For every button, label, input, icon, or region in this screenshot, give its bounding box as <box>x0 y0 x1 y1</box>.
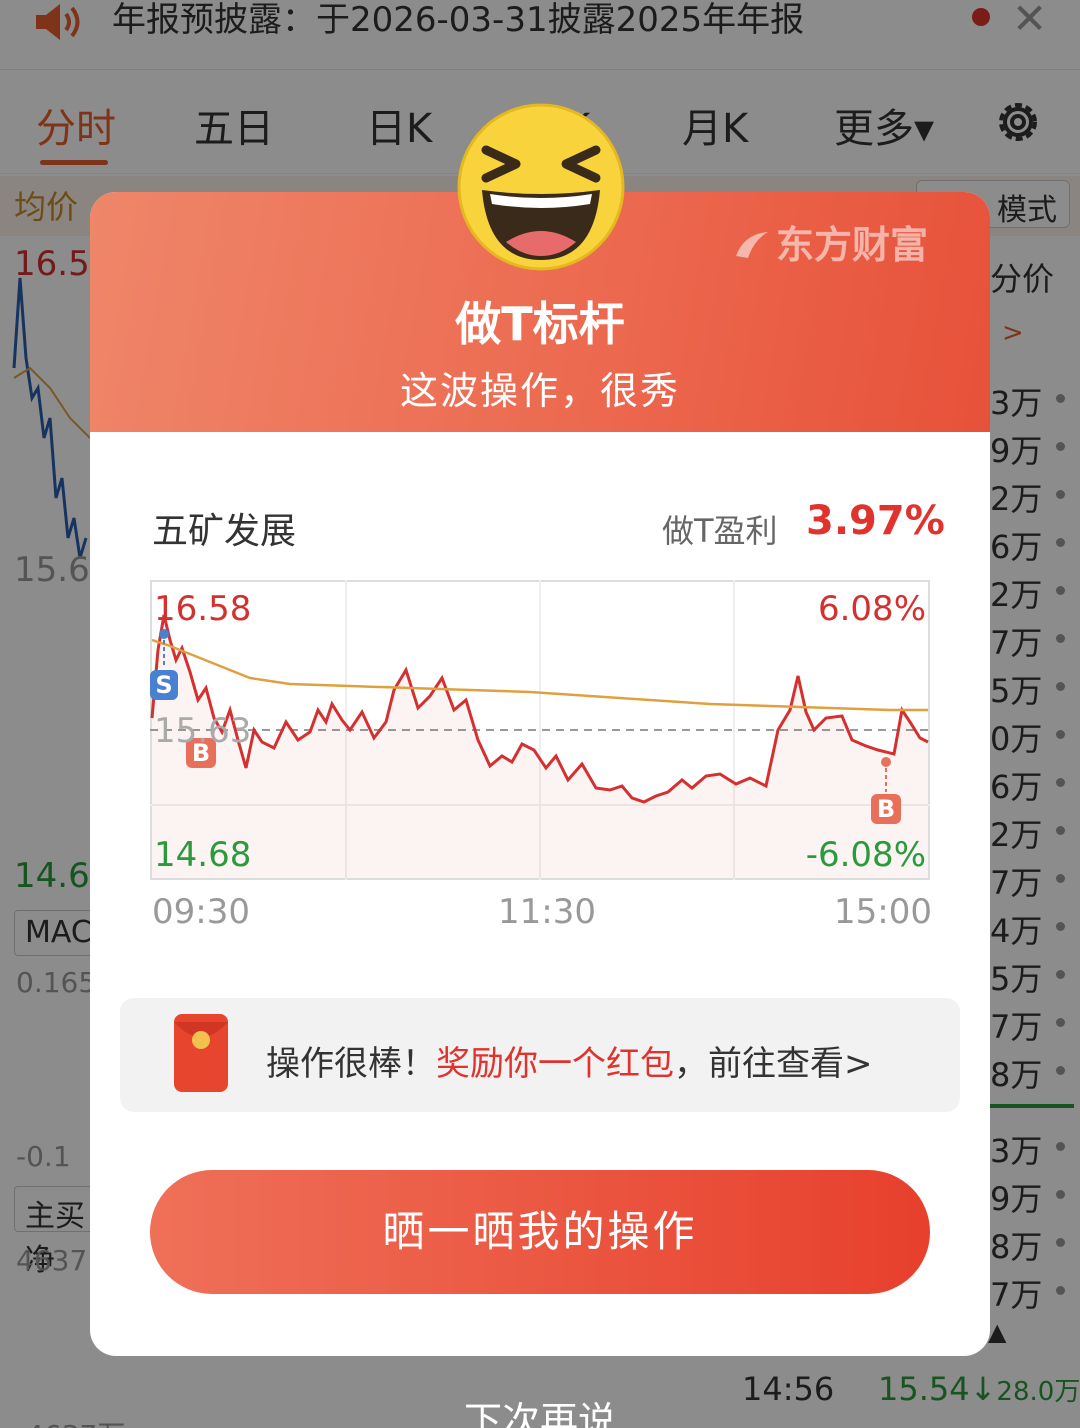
modal-subtitle: 这波操作，很秀 <box>399 369 680 413</box>
sell-marker-label: S <box>155 671 172 699</box>
chart-pct-low: -6.08% <box>806 835 926 875</box>
intraday-mini-chart: S B B 16.58 15.63 14.68 6.08% -6.08% <box>150 580 930 880</box>
red-packet-reward[interactable]: 操作很棒！奖励你一个红包，前往查看> <box>120 998 960 1112</box>
chart-price-low: 14.68 <box>154 835 251 875</box>
brand-logo: 东方财富 <box>734 214 928 269</box>
dismiss-later-link[interactable]: 下次再说 <box>0 1390 1080 1428</box>
time-start: 09:30 <box>152 892 250 932</box>
time-end: 15:00 <box>834 892 932 932</box>
share-operation-button[interactable]: 晒一晒我的操作 <box>150 1170 930 1294</box>
laughing-emoji-icon <box>457 103 625 271</box>
stock-name: 五矿发展 <box>152 511 297 552</box>
achievement-modal: 东方财富 做T标杆 这波操作，很秀 五矿发展 做T盈利 3.97% S B B … <box>90 192 990 1356</box>
chart-pct-high: 6.08% <box>818 589 926 629</box>
time-mid: 11:30 <box>498 892 596 932</box>
chart-price-high: 16.58 <box>154 589 251 629</box>
reward-text: 操作很棒！奖励你一个红包，前往查看> <box>266 1044 873 1084</box>
profit-value: 3.97% <box>806 498 945 544</box>
buy-marker-end-label: B <box>877 795 895 823</box>
brand-mark-icon <box>736 232 768 258</box>
profit-label: 做T盈利 <box>662 512 778 550</box>
modal-title: 做T标杆 <box>455 297 625 351</box>
chart-price-base: 15.63 <box>154 711 251 751</box>
red-envelope-icon <box>174 1014 228 1092</box>
